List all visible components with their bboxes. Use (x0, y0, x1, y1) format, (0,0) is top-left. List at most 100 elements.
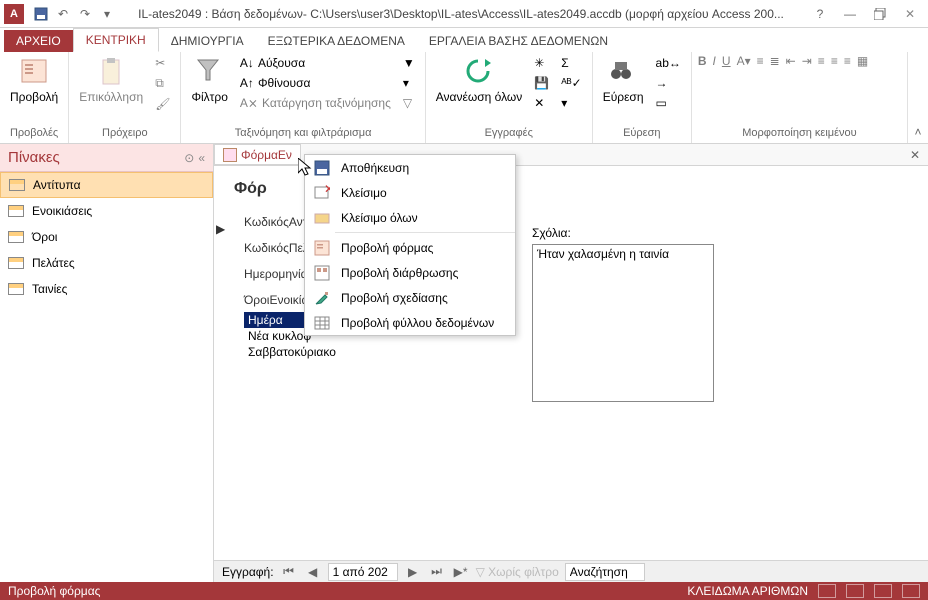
qat-dropdown-icon[interactable]: ▾ (98, 5, 116, 23)
view-shortcut-layout[interactable] (874, 584, 892, 598)
indent-left-button[interactable]: ⇤ (786, 54, 796, 68)
ribbon-group-views: Προβολή Προβολές (0, 52, 69, 143)
last-record-button[interactable]: ⏭ (428, 564, 446, 579)
document-close-button[interactable]: ✕ (910, 148, 920, 162)
bold-button[interactable]: B (698, 54, 707, 68)
tab-file[interactable]: ΑΡΧΕΙΟ (4, 30, 73, 52)
font-color-button[interactable]: A▾ (737, 54, 751, 68)
undo-icon[interactable]: ↶ (54, 5, 72, 23)
format-painter-button[interactable]: 🖌 (151, 95, 174, 113)
nav-item-tainies[interactable]: Ταινίες (0, 276, 213, 302)
redo-icon[interactable]: ↷ (76, 5, 94, 23)
view-shortcut-datasheet[interactable] (846, 584, 864, 598)
menu-separator (335, 232, 515, 233)
selection-filter-button[interactable]: ▼ (399, 54, 419, 72)
filter-button-label: Φίλτρο (191, 90, 227, 104)
menu-design-view[interactable]: Προβολή σχεδίασης (305, 285, 515, 310)
advanced-filter-icon: ▾ (403, 76, 409, 90)
next-record-button[interactable]: ▶ (404, 565, 422, 579)
fill-color-button[interactable]: ▦ (857, 54, 868, 68)
save-icon (313, 159, 331, 177)
restore-button[interactable] (866, 4, 894, 24)
delete-record-button[interactable]: ✕ (530, 94, 553, 112)
select-button[interactable]: ▭ (652, 94, 685, 112)
collapse-ribbon-button[interactable]: ˄ (908, 52, 928, 143)
save-record-button[interactable]: 💾 (530, 74, 553, 92)
align-right-button[interactable]: ≡ (844, 54, 851, 68)
tab-create[interactable]: ΔΗΜΙΟΥΡΓΙΑ (159, 30, 256, 52)
save-icon[interactable] (32, 5, 50, 23)
tab-home[interactable]: ΚΕΝΤΡΙΚΗ (73, 28, 159, 52)
comments-textarea[interactable]: Ήταν χαλασμένη η ταινία (532, 244, 714, 402)
toggle-filter-button[interactable]: ▽ (399, 94, 419, 112)
new-record-nav-button[interactable]: ▶* (452, 565, 470, 579)
form-icon (223, 148, 237, 162)
menu-form-view[interactable]: Προβολή φόρμας (305, 235, 515, 260)
ribbon-group-clipboard-label: Πρόχειρο (75, 125, 174, 141)
copy-button[interactable]: ⧉ (151, 74, 174, 93)
menu-layout-view[interactable]: Προβολή διάρθρωσης (305, 260, 515, 285)
toggle-filter-icon: ▽ (403, 96, 412, 110)
indent-right-button[interactable]: ⇥ (802, 54, 812, 68)
list-option-savvatokyriako[interactable]: Σαββατοκύριακο (244, 344, 390, 360)
italic-button[interactable]: I (713, 54, 716, 68)
underline-button[interactable]: U (722, 54, 731, 68)
no-filter-indicator: ▽ Χωρίς φίλτρο (476, 565, 559, 579)
record-selector[interactable]: ▶ (216, 222, 225, 236)
menu-save[interactable]: Αποθήκευση (305, 155, 515, 180)
datasheet-view-icon (313, 314, 331, 332)
cut-button[interactable]: ✂ (151, 54, 174, 72)
document-tab-forma[interactable]: ΦόρμαΕν (214, 144, 301, 165)
window-controls: ? — ✕ (806, 4, 924, 24)
view-shortcut-design[interactable] (902, 584, 920, 598)
nav-item-antitypa[interactable]: Αντίτυπα (0, 172, 213, 198)
refresh-all-button[interactable]: Ανανέωση όλων (432, 54, 527, 106)
nav-collapse-icon[interactable]: « (198, 151, 205, 165)
tab-database-tools[interactable]: ΕΡΓΑΛΕΙΑ ΒΑΣΗΣ ΔΕΔΟΜΕΝΩΝ (417, 30, 620, 52)
nav-title: Πίνακες (8, 149, 60, 166)
bullets-button[interactable]: ≡ (757, 54, 764, 68)
goto-icon: → (656, 76, 668, 90)
align-center-button[interactable]: ≡ (831, 54, 838, 68)
ribbon-group-views-label: Προβολές (6, 125, 62, 141)
filter-button[interactable]: Φίλτρο (187, 54, 231, 106)
minimize-button[interactable]: — (836, 4, 864, 24)
totals-button[interactable]: Σ (557, 54, 585, 72)
replace-button[interactable]: ab↔ (652, 54, 685, 72)
menu-datasheet-view[interactable]: Προβολή φύλλου δεδομένων (305, 310, 515, 335)
app-icon: A (4, 4, 24, 24)
advanced-filter-button[interactable]: ▾ (399, 74, 419, 92)
spelling-button[interactable]: ᴬᴮ✓ (557, 74, 585, 92)
clear-sort-button[interactable]: A⨯Κατάργηση ταξινόμησης (236, 94, 395, 112)
close-button[interactable]: ✕ (896, 4, 924, 24)
record-search-input[interactable] (565, 563, 645, 581)
menu-close-all[interactable]: Κλείσιμο όλων (305, 205, 515, 230)
menu-close[interactable]: ✕ Κλείσιμο (305, 180, 515, 205)
comments-section: Σχόλια: Ήταν χαλασμένη η ταινία (532, 226, 714, 402)
nav-item-enoikiaseis[interactable]: Ενοικιάσεις (0, 198, 213, 224)
nav-dropdown-icon[interactable]: ⊙ (184, 151, 194, 165)
align-left-button[interactable]: ≡ (818, 54, 825, 68)
new-record-button[interactable]: ✳ (530, 54, 553, 72)
view-button[interactable]: Προβολή (6, 54, 62, 106)
nav-item-pelates[interactable]: Πελάτες (0, 250, 213, 276)
paste-button[interactable]: Επικόλληση (75, 54, 147, 106)
more-records-button[interactable]: ▾ (557, 94, 585, 112)
prev-record-button[interactable]: ◀ (304, 565, 322, 579)
first-record-button[interactable]: ⏮ (280, 564, 298, 579)
tab-context-menu: Αποθήκευση ✕ Κλείσιμο Κλείσιμο όλων Προβ… (304, 154, 516, 336)
goto-button[interactable]: → (652, 74, 685, 92)
numbering-button[interactable]: ≣ (770, 54, 780, 68)
binoculars-icon (607, 56, 639, 88)
sort-desc-button[interactable]: A↑Φθίνουσα (236, 74, 395, 92)
find-button[interactable]: Εύρεση (599, 54, 648, 106)
record-position-input[interactable] (328, 563, 398, 581)
tab-external-data[interactable]: ΕΞΩΤΕΡΙΚΑ ΔΕΔΟΜΕΝΑ (256, 30, 417, 52)
folder-icon (313, 209, 331, 227)
nav-item-oroi[interactable]: Όροι (0, 224, 213, 250)
select-icon: ▭ (656, 96, 667, 110)
view-shortcut-form[interactable] (818, 584, 836, 598)
nav-header[interactable]: Πίνακες ⊙ « (0, 144, 213, 172)
sort-asc-button[interactable]: A↓Αύξουσα (236, 54, 395, 72)
help-button[interactable]: ? (806, 4, 834, 24)
